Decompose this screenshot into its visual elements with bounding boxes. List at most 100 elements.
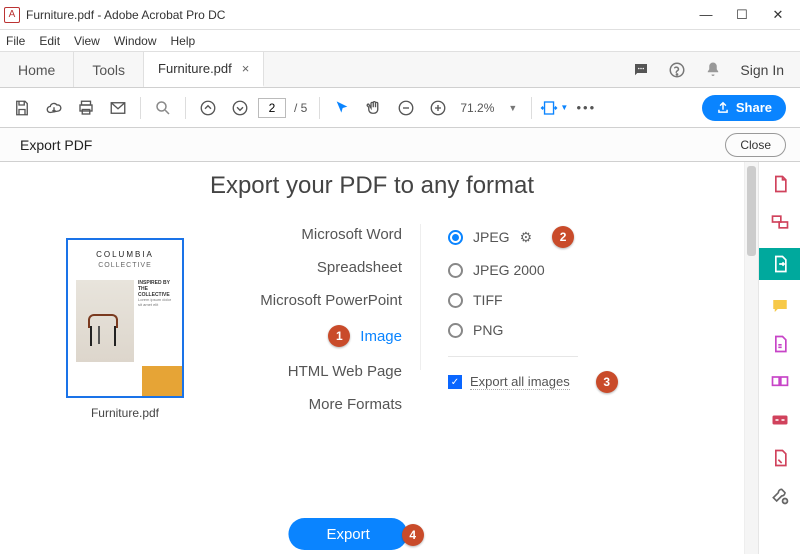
zoom-dropdown-icon[interactable]: ▼ <box>502 103 523 113</box>
option-png[interactable]: PNG <box>448 322 640 338</box>
page-up-icon[interactable] <box>194 94 222 122</box>
chat-icon[interactable] <box>632 61 650 79</box>
category-more[interactable]: More Formats <box>309 396 402 413</box>
option-jpeg-label: JPEG <box>473 229 510 245</box>
zoom-out-icon[interactable] <box>392 94 420 122</box>
rail-more-tools-icon[interactable] <box>768 484 792 508</box>
annotation-badge-4: 4 <box>402 524 424 546</box>
export-button[interactable]: Export <box>288 518 407 550</box>
share-button-label: Share <box>736 100 772 115</box>
zoom-value[interactable]: 71.2% <box>456 101 498 115</box>
thumb-chair-illustration <box>86 294 122 348</box>
toolbar-separator <box>140 97 141 119</box>
window-title: Furniture.pdf - Adobe Acrobat Pro DC <box>26 8 688 22</box>
tab-document[interactable]: Furniture.pdf × <box>144 52 264 87</box>
thumb-side-text: INSPIRED BY THE COLLECTIVE Lorem ipsum d… <box>138 280 174 334</box>
panel-close-button[interactable]: Close <box>725 133 786 157</box>
jpeg-settings-icon[interactable]: ⚙ <box>520 229 533 246</box>
options-divider <box>448 356 578 357</box>
option-tiff[interactable]: TIFF <box>448 292 640 308</box>
tab-home[interactable]: Home <box>0 52 74 87</box>
pointer-icon[interactable] <box>328 94 356 122</box>
rail-organize-icon[interactable] <box>768 332 792 356</box>
page-total: / 5 <box>290 101 311 115</box>
thumbnail-filename: Furniture.pdf <box>91 406 159 420</box>
option-png-label: PNG <box>473 322 503 338</box>
menu-file[interactable]: File <box>6 34 25 48</box>
category-powerpoint[interactable]: Microsoft PowerPoint <box>260 292 402 309</box>
option-jpeg[interactable]: JPEG ⚙ 2 <box>448 226 640 248</box>
option-tiff-label: TIFF <box>473 292 503 308</box>
export-heading: Export your PDF to any format <box>0 172 744 200</box>
cloud-icon[interactable] <box>40 94 68 122</box>
toolbar-separator <box>531 97 532 119</box>
rail-create-pdf-icon[interactable] <box>768 172 792 196</box>
annotation-badge-3: 3 <box>596 371 618 393</box>
menu-window[interactable]: Window <box>114 34 157 48</box>
page-number-input[interactable] <box>258 98 286 118</box>
radio-icon <box>448 230 463 245</box>
menu-view[interactable]: View <box>74 34 100 48</box>
print-icon[interactable] <box>72 94 100 122</box>
option-jpeg2000-label: JPEG 2000 <box>473 262 545 278</box>
menu-help[interactable]: Help <box>171 34 196 48</box>
document-thumbnail[interactable]: COLUMBIA COLLECTIVE INSPIRED BY THE COLL… <box>66 238 184 398</box>
option-export-all-label: Export all images <box>470 374 570 390</box>
tab-document-label: Furniture.pdf <box>158 61 232 76</box>
rail-export-pdf-icon[interactable] <box>759 248 800 280</box>
sign-in-link[interactable]: Sign In <box>740 62 784 78</box>
fit-width-icon[interactable]: ▼ <box>540 94 568 122</box>
format-options: JPEG ⚙ 2 JPEG 2000 TIFF PNG <box>420 218 640 420</box>
rail-fill-sign-icon[interactable] <box>768 446 792 470</box>
thumb-orange-band <box>142 366 182 396</box>
main-area: Export your PDF to any format COLUMBIA C… <box>0 162 800 554</box>
export-panel-content: Export your PDF to any format COLUMBIA C… <box>0 162 744 554</box>
rail-optimize-icon[interactable] <box>768 408 792 432</box>
hand-icon[interactable] <box>360 94 388 122</box>
category-image[interactable]: Image <box>360 328 402 345</box>
radio-icon <box>448 323 463 338</box>
close-window-button[interactable]: ✕ <box>760 1 796 29</box>
thumbnail-column: COLUMBIA COLLECTIVE INSPIRED BY THE COLL… <box>30 218 220 420</box>
toolbar: / 5 71.2% ▼ ▼ ••• Share <box>0 88 800 128</box>
panel-title: Export PDF <box>20 137 725 153</box>
mail-icon[interactable] <box>104 94 132 122</box>
toolbar-separator <box>319 97 320 119</box>
category-html[interactable]: HTML Web Page <box>288 363 402 380</box>
format-category-list: Microsoft Word Spreadsheet Microsoft Pow… <box>220 218 420 420</box>
rail-comment-icon[interactable] <box>768 294 792 318</box>
maximize-button[interactable]: ☐ <box>724 1 760 29</box>
thumb-brand-sub: COLLECTIVE <box>68 262 182 269</box>
toolbar-separator <box>185 97 186 119</box>
tab-tools[interactable]: Tools <box>74 52 144 87</box>
page-down-icon[interactable] <box>226 94 254 122</box>
help-icon[interactable] <box>668 61 686 79</box>
rail-redact-icon[interactable] <box>768 370 792 394</box>
content-scrollbar[interactable] <box>744 162 758 554</box>
menu-edit[interactable]: Edit <box>39 34 60 48</box>
tab-close-icon[interactable]: × <box>242 61 250 76</box>
checkbox-icon: ✓ <box>448 375 462 389</box>
save-icon[interactable] <box>8 94 36 122</box>
scrollbar-thumb[interactable] <box>747 166 756 256</box>
radio-icon <box>448 293 463 308</box>
window-titlebar: A Furniture.pdf - Adobe Acrobat Pro DC —… <box>0 0 800 30</box>
option-export-all-images[interactable]: ✓ Export all images 3 <box>448 371 640 393</box>
annotation-badge-1: 1 <box>328 325 350 347</box>
menubar: File Edit View Window Help <box>0 30 800 52</box>
search-icon[interactable] <box>149 94 177 122</box>
panel-header: Export PDF Close <box>0 128 800 162</box>
minimize-button[interactable]: — <box>688 1 724 29</box>
share-button[interactable]: Share <box>702 95 786 121</box>
category-word[interactable]: Microsoft Word <box>301 226 402 243</box>
category-spreadsheet[interactable]: Spreadsheet <box>317 259 402 276</box>
option-jpeg2000[interactable]: JPEG 2000 <box>448 262 640 278</box>
thumb-brand: COLUMBIA <box>68 250 182 259</box>
tabs-row: Home Tools Furniture.pdf × Sign In <box>0 52 800 88</box>
app-icon: A <box>4 7 20 23</box>
zoom-in-icon[interactable] <box>424 94 452 122</box>
more-icon[interactable]: ••• <box>572 94 600 122</box>
annotation-badge-2: 2 <box>552 226 574 248</box>
rail-combine-icon[interactable] <box>768 210 792 234</box>
bell-icon[interactable] <box>704 61 722 79</box>
